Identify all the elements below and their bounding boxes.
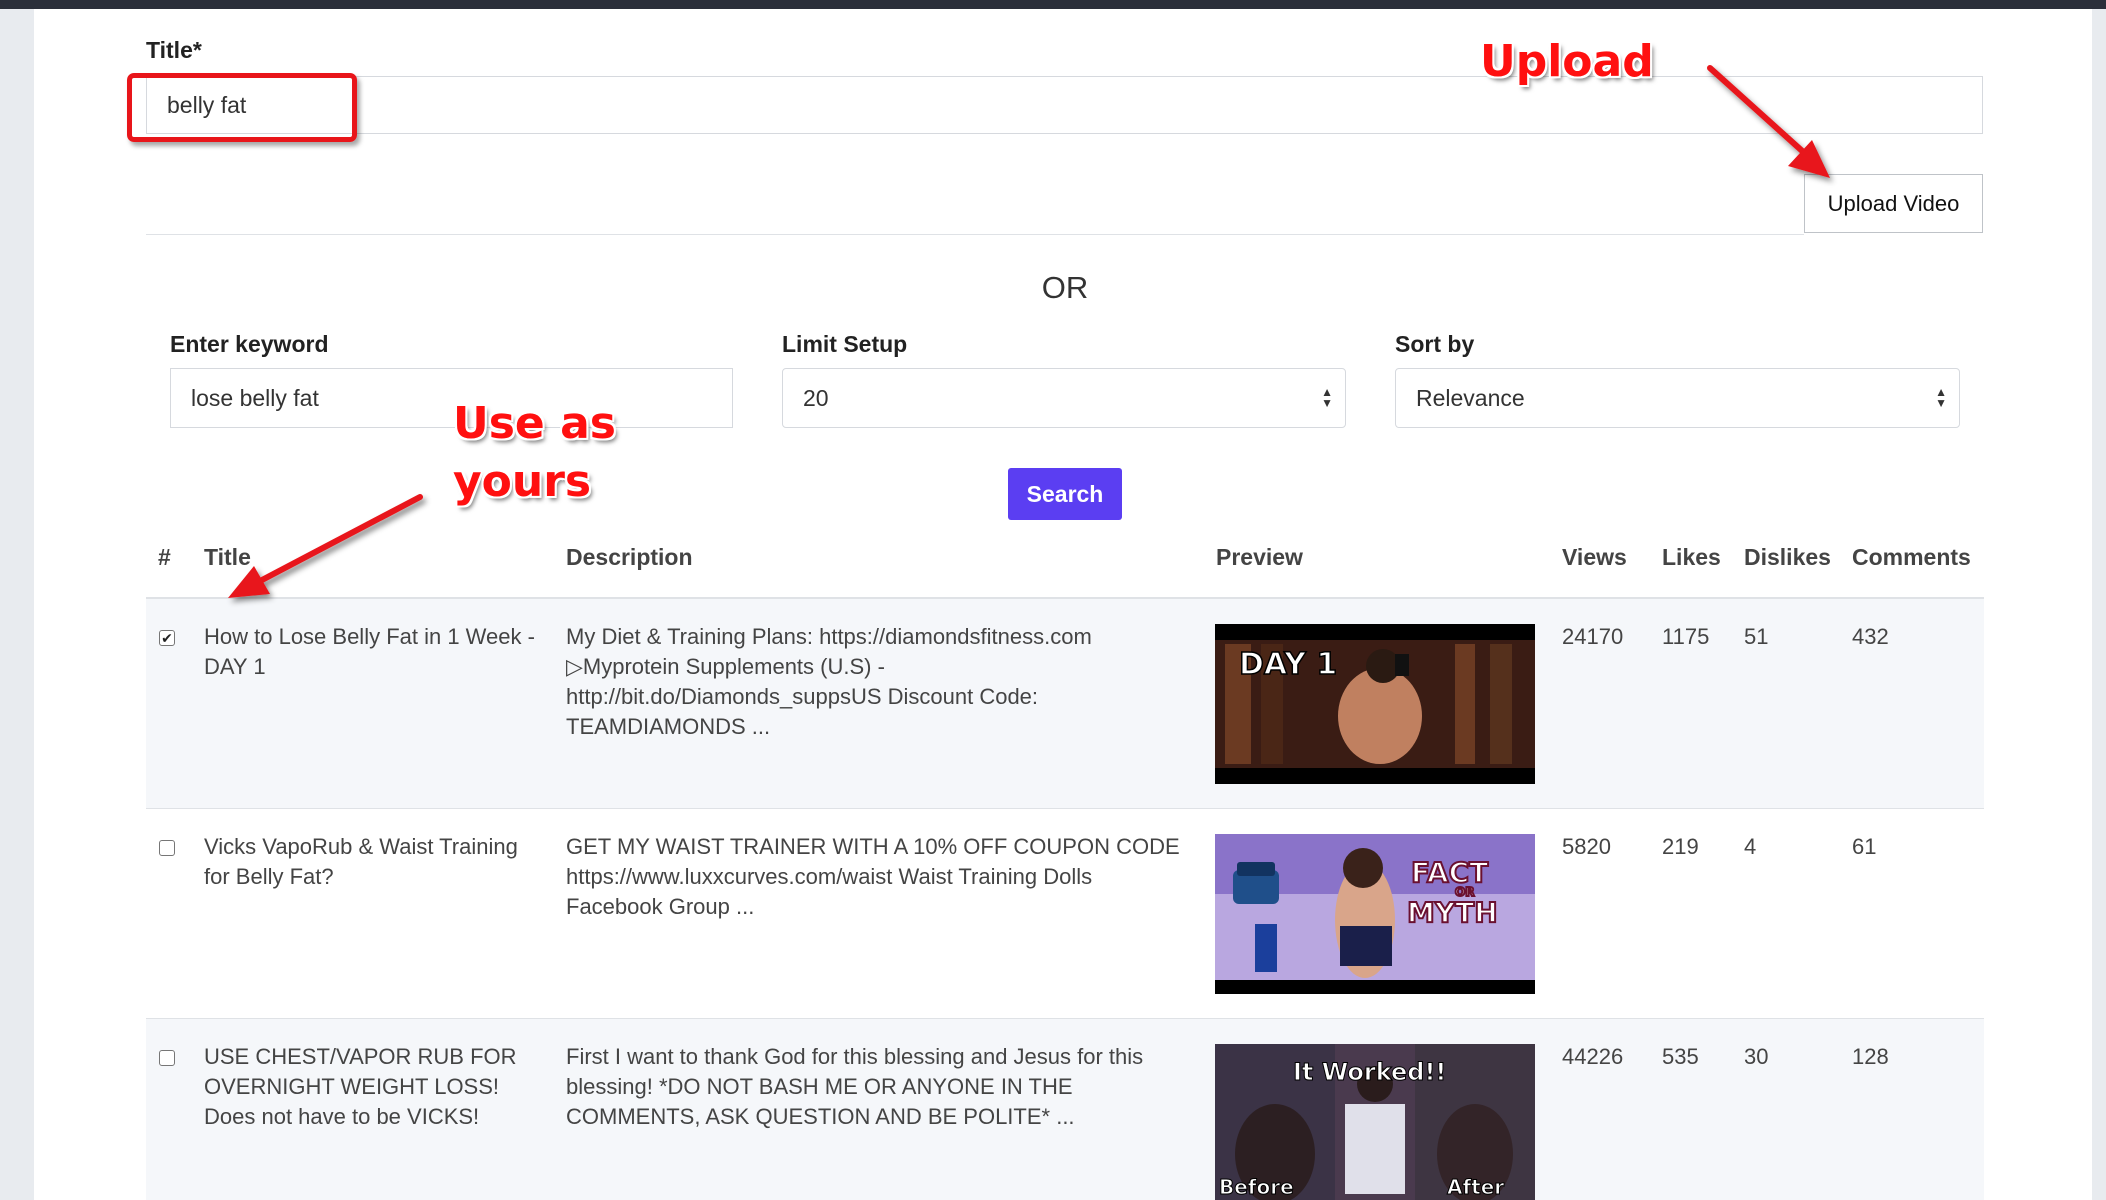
row-title: USE CHEST/VAPOR RUB FOR OVERNIGHT WEIGHT… xyxy=(204,1044,517,1129)
row-title: Vicks VapoRub & Waist Training for Belly… xyxy=(204,834,518,889)
row-comments: 61 xyxy=(1852,834,1877,859)
video-thumbnail[interactable]: It Worked!! Before After xyxy=(1215,1044,1535,1200)
row-likes: 535 xyxy=(1662,1044,1699,1069)
row-comments: 128 xyxy=(1852,1044,1889,1069)
row-views: 44226 xyxy=(1562,1044,1624,1069)
row-description: GET MY WAIST TRAINER WITH A 10% OFF COUP… xyxy=(566,834,1180,919)
limit-select-value: 20 xyxy=(803,384,829,411)
row-description: First I want to thank God for this bless… xyxy=(566,1044,1144,1129)
thumbnail-image: It Worked!! Before After xyxy=(1215,1044,1535,1200)
video-thumbnail[interactable]: DAY 1 xyxy=(1215,624,1535,784)
keyword-input[interactable]: lose belly fat xyxy=(170,368,733,428)
upload-video-button[interactable]: Upload Video xyxy=(1804,174,1983,233)
thumbnail-image: DAY 1 xyxy=(1215,624,1535,784)
thumbnail-image: FACT OR MYTH xyxy=(1215,834,1535,994)
select-arrows-icon: ▲ ▼ xyxy=(1321,385,1333,410)
sort-label: Sort by xyxy=(1395,331,1475,357)
row-comments: 432 xyxy=(1852,624,1889,649)
header-title: Title xyxy=(204,544,251,570)
title-input[interactable]: belly fat xyxy=(146,76,1983,134)
row-description: My Diet & Training Plans: https://diamon… xyxy=(566,624,1092,739)
row-likes: 1175 xyxy=(1662,624,1710,649)
header-dislikes: Dislikes xyxy=(1744,544,1831,570)
row-checkbox[interactable]: ✔ xyxy=(159,630,175,646)
sort-select-value: Relevance xyxy=(1416,384,1525,411)
keyword-label: Enter keyword xyxy=(170,331,329,357)
table-row: USE CHEST/VAPOR RUB FOR OVERNIGHT WEIGHT… xyxy=(146,1019,1984,1200)
use-arrow-icon xyxy=(228,494,423,598)
svg-text:After: After xyxy=(1447,1175,1504,1199)
upload-annotation: Upload xyxy=(1480,36,1654,87)
row-dislikes: 4 xyxy=(1744,834,1757,859)
use-as-yours-annotation-line2: yours xyxy=(453,456,592,507)
header-comments: Comments xyxy=(1852,544,1971,570)
header-number: # xyxy=(158,544,171,570)
sort-select[interactable]: Relevance ▲ ▼ xyxy=(1395,368,1960,428)
svg-text:MYTH: MYTH xyxy=(1407,896,1498,929)
divider xyxy=(146,234,1804,235)
video-thumbnail[interactable]: FACT OR MYTH xyxy=(1215,834,1535,994)
header-preview: Preview xyxy=(1216,544,1303,570)
row-title: How to Lose Belly Fat in 1 Week - DAY 1 xyxy=(204,624,535,679)
title-label: Title* xyxy=(146,37,202,63)
row-likes: 219 xyxy=(1662,834,1699,859)
table-row: ✔ How to Lose Belly Fat in 1 Week - DAY … xyxy=(146,599,1984,809)
svg-text:Before: Before xyxy=(1219,1175,1294,1199)
search-button[interactable]: Search xyxy=(1008,468,1122,520)
select-arrows-icon: ▲ ▼ xyxy=(1935,385,1947,410)
keyword-input-value: lose belly fat xyxy=(191,384,319,411)
row-dislikes: 30 xyxy=(1744,1044,1769,1069)
row-checkbox[interactable] xyxy=(159,1050,175,1066)
table-row: Vicks VapoRub & Waist Training for Belly… xyxy=(146,809,1984,1019)
svg-text:It Worked!!: It Worked!! xyxy=(1293,1058,1446,1086)
svg-text:DAY 1: DAY 1 xyxy=(1239,647,1337,682)
title-highlight-box xyxy=(127,73,357,142)
svg-text:FACT: FACT xyxy=(1411,856,1488,889)
or-separator: OR xyxy=(1041,270,1089,305)
limit-label: Limit Setup xyxy=(782,331,908,357)
top-bar xyxy=(0,0,2106,9)
row-checkbox[interactable] xyxy=(159,840,175,856)
row-views: 24170 xyxy=(1562,624,1624,649)
header-likes: Likes xyxy=(1662,544,1721,570)
left-gutter xyxy=(0,9,34,1200)
header-views: Views xyxy=(1562,544,1627,570)
header-description: Description xyxy=(566,544,693,570)
right-gutter xyxy=(2092,9,2106,1200)
limit-select[interactable]: 20 ▲ ▼ xyxy=(782,368,1346,428)
row-dislikes: 51 xyxy=(1744,624,1769,649)
use-as-yours-annotation-line1: Use as xyxy=(453,398,616,449)
row-views: 5820 xyxy=(1562,834,1611,859)
